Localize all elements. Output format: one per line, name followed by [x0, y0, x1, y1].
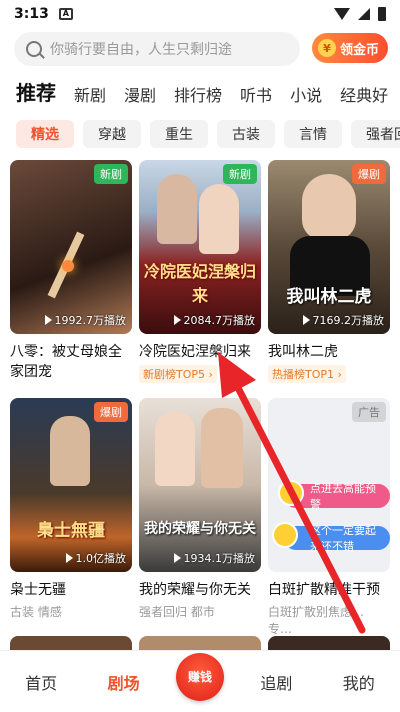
nav-following[interactable]: 追剧: [246, 670, 306, 694]
nav-theater[interactable]: 剧场: [94, 670, 154, 694]
nav-earn-label: 赚钱: [187, 670, 212, 684]
nav-mine[interactable]: 我的: [329, 670, 389, 694]
nav-home[interactable]: 首页: [11, 670, 71, 694]
bottom-nav: 首页 剧场 赚钱 追剧 我的: [0, 650, 400, 712]
pointer-arrow-annotation: [218, 352, 366, 634]
nav-earn-money[interactable]: 赚钱: [175, 652, 224, 701]
